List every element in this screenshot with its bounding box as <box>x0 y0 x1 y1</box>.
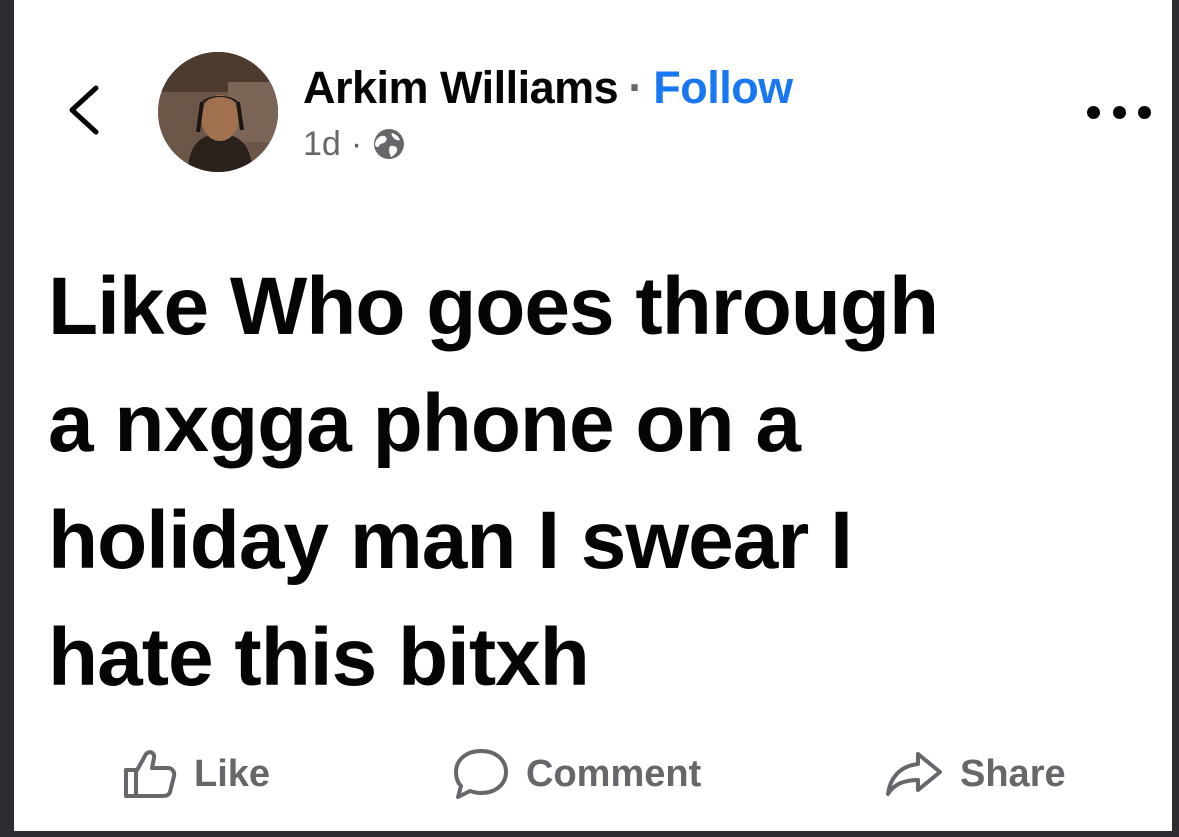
more-dot <box>1138 105 1151 119</box>
share-label: Share <box>960 752 1066 795</box>
author-name[interactable]: Arkim Williams <box>303 62 619 114</box>
chevron-left-icon <box>69 85 99 135</box>
share-button[interactable]: Share <box>884 744 1066 804</box>
thumbs-up-icon <box>124 750 177 798</box>
post-timestamp[interactable]: 1d <box>303 125 341 164</box>
bottom-frame-edge <box>0 831 1179 837</box>
more-dot <box>1087 105 1100 119</box>
meta-separator: · <box>350 124 363 163</box>
right-frame-edge <box>1172 0 1179 837</box>
share-arrow-icon <box>886 752 942 796</box>
back-button[interactable] <box>62 82 106 138</box>
like-label: Like <box>194 752 271 795</box>
post-body-text: Like Who goes through a nxgga phone on a… <box>48 261 939 703</box>
post-meta: 1d · <box>303 122 406 166</box>
avatar[interactable] <box>158 52 278 172</box>
like-button[interactable]: Like <box>122 744 270 804</box>
more-dot <box>1112 105 1126 119</box>
more-options-icon[interactable] <box>1087 98 1151 126</box>
header-separator: · <box>628 62 644 113</box>
left-frame-edge <box>0 0 14 837</box>
globe-icon[interactable] <box>372 127 406 161</box>
post-header: Arkim Williams · Follow <box>303 58 793 118</box>
follow-button[interactable]: Follow <box>653 62 793 114</box>
comment-button[interactable]: Comment <box>452 744 701 804</box>
comment-label: Comment <box>526 752 702 795</box>
comment-bubble-icon <box>454 749 508 799</box>
avatar-photo <box>158 52 278 172</box>
